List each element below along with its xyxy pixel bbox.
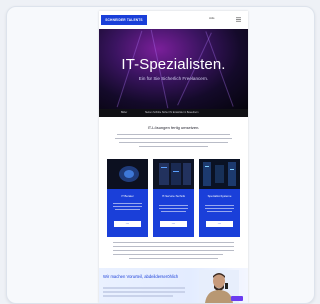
text-line [115, 138, 232, 140]
tile-title: IT Berater [121, 194, 134, 198]
service-tile[interactable]: Spezialist-Systeme ▪ ▪ ▪ [199, 159, 240, 237]
server-rack-image-icon [153, 159, 194, 189]
section-title: IT-Lösungen fertig umsetzen. [147, 125, 200, 130]
hero-banner: IT-Spezialisten. Ein für Sie Sicherlich … [99, 29, 248, 109]
tile-button[interactable]: ▪ ▪ ▪ [206, 221, 233, 227]
promo-title: Wir machen Vorurteil, abdeilderseröhlich [103, 274, 179, 279]
text-line [113, 246, 234, 248]
text-line [129, 258, 218, 260]
text-line [113, 250, 234, 252]
service-tiles: IT Berater ▪ ▪ ▪ IT-Service-Technik ▪ ▪ … [107, 159, 240, 237]
datacenter-image-icon [199, 159, 240, 189]
hamburger-menu-icon[interactable] [235, 16, 242, 23]
tile-title: Spezialist-Systeme [207, 194, 232, 198]
band-left-text: Bilder [121, 111, 128, 114]
service-tile[interactable]: IT-Service-Technik ▪ ▪ ▪ [153, 159, 194, 237]
website-preview[interactable]: SCHNEIDER TALENTS Jobs IT-Spezialisten. … [99, 11, 248, 303]
breadcrumb-band: Bilder Sieben Schritte Sicher Ihr Entwic… [99, 109, 248, 117]
text-line [139, 146, 208, 148]
preview-card: SCHNEIDER TALENTS Jobs IT-Spezialisten. … [6, 6, 315, 304]
nav-link[interactable]: Jobs [209, 17, 214, 20]
text-line [113, 254, 223, 256]
top-navigation: SCHNEIDER TALENTS Jobs [99, 11, 248, 29]
text-line [113, 242, 234, 244]
purple-badge [231, 296, 243, 301]
hero-title: IT-Spezialisten. [121, 56, 226, 73]
promo-section: Wir machen Vorurteil, abdeilderseröhlich [99, 268, 248, 303]
brand-logo[interactable]: SCHNEIDER TALENTS [101, 15, 147, 25]
headset-image-icon [107, 159, 148, 189]
text-line [119, 142, 228, 144]
service-tile[interactable]: IT Berater ▪ ▪ ▪ [107, 159, 148, 237]
tile-title: IT-Service-Technik [161, 194, 185, 198]
hero-subtitle: Ein für Sie Sicherlich Freelancern. [138, 76, 209, 81]
text-line [117, 134, 230, 136]
tile-button[interactable]: ▪ ▪ ▪ [114, 221, 141, 227]
band-right-text: Sieben Schritte Sicher Ihr Entwickler in… [145, 111, 199, 114]
tile-button[interactable]: ▪ ▪ ▪ [160, 221, 187, 227]
